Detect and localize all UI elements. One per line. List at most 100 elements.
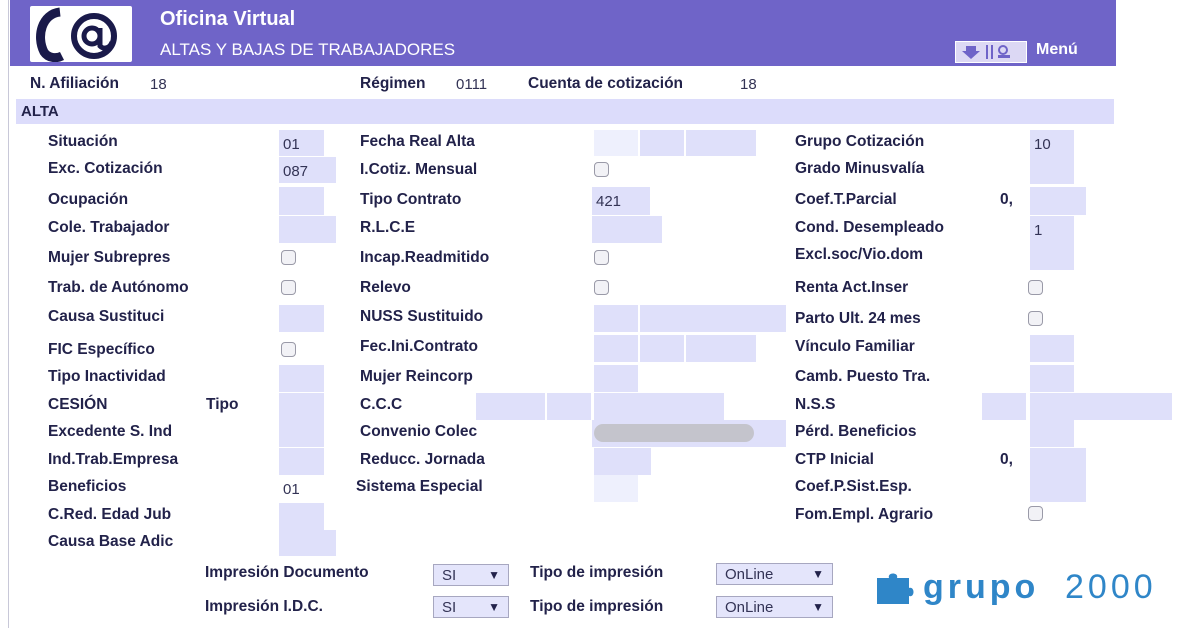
vinculo-familiar-field[interactable] xyxy=(1030,335,1074,362)
impresion-documento-select[interactable]: SI ▼ xyxy=(433,564,509,586)
fom-empl-checkbox[interactable] xyxy=(1028,506,1043,521)
dropdown-arrow-icon: ▼ xyxy=(812,600,824,614)
fecha-alta-day-field[interactable] xyxy=(594,130,638,156)
tipo-impresion-doc-select[interactable]: OnLine ▼ xyxy=(716,563,833,585)
beneficios-label: Beneficios xyxy=(48,478,127,495)
exc-cotizacion-field[interactable]: 087 xyxy=(279,157,336,183)
tipo-impresion-doc-label: Tipo de impresión xyxy=(530,564,664,581)
excedente-field[interactable] xyxy=(279,420,324,447)
causa-base-field[interactable] xyxy=(279,530,336,556)
fec-ini-month-field[interactable] xyxy=(640,335,684,362)
cesion-tipo-field[interactable] xyxy=(279,393,324,420)
situacion-label: Situación xyxy=(48,133,118,150)
trab-autonomo-checkbox[interactable] xyxy=(281,280,296,295)
fec-ini-contrato-label: Fec.Ini.Contrato xyxy=(360,338,478,355)
dropdown-arrow-icon: ▼ xyxy=(488,600,500,614)
fic-especifico-label: FIC Específico xyxy=(48,341,155,358)
rlce-field[interactable] xyxy=(592,216,662,243)
cesion-tipo-label: Tipo xyxy=(206,396,239,413)
ctp-inicial-field[interactable] xyxy=(1030,448,1086,475)
menu-toolbar-button[interactable] xyxy=(955,41,1027,63)
section-title: ALTA xyxy=(21,103,59,120)
relevo-checkbox[interactable] xyxy=(594,280,609,295)
fecha-alta-month-field[interactable] xyxy=(640,130,684,156)
mujer-subrepres-label: Mujer Subrepres xyxy=(48,249,171,266)
fecha-alta-year-field[interactable] xyxy=(686,130,756,156)
excedente-label: Excedente S. Ind xyxy=(48,423,173,440)
fec-ini-year-field[interactable] xyxy=(686,335,756,362)
mujer-reincorp-label: Mujer Reincorp xyxy=(360,368,473,385)
excl-soc-field[interactable] xyxy=(1030,243,1074,270)
nuss-prefix-field[interactable] xyxy=(594,305,638,332)
tipo-impresion-idc-label: Tipo de impresión xyxy=(530,598,664,615)
impresion-documento-label: Impresión Documento xyxy=(205,564,369,581)
vinculo-familiar-label: Vínculo Familiar xyxy=(795,338,915,355)
mujer-subrepres-checkbox[interactable] xyxy=(281,250,296,265)
camb-puesto-field[interactable] xyxy=(1030,365,1074,392)
ccc-label: C.C.C xyxy=(360,396,403,413)
ind-trab-empresa-field[interactable] xyxy=(279,448,324,475)
perd-beneficios-field[interactable] xyxy=(1030,420,1074,447)
mujer-reincorp-field[interactable] xyxy=(594,365,638,392)
reducc-jornada-label: Reducc. Jornada xyxy=(360,451,485,468)
tipo-inactividad-field[interactable] xyxy=(279,365,324,392)
regimen-value: 0111 xyxy=(456,76,488,93)
exc-cotizacion-label: Exc. Cotización xyxy=(48,160,163,177)
parto-ult-label: Parto Ult. 24 mes xyxy=(795,310,921,327)
download-settings-icon xyxy=(962,45,1010,59)
coef-tparcial-label: Coef.T.Parcial xyxy=(795,191,897,208)
brand-name-bold: grupo xyxy=(923,568,1040,606)
fom-empl-label: Fom.Empl. Agrario xyxy=(795,506,934,523)
rlce-label: R.L.C.E xyxy=(360,219,416,236)
nss-number-field[interactable] xyxy=(1030,393,1172,420)
fec-ini-day-field[interactable] xyxy=(594,335,638,362)
causa-sustituci-field[interactable] xyxy=(279,305,324,332)
fecha-real-alta-label: Fecha Real Alta xyxy=(360,133,475,150)
incap-readmitido-label: Incap.Readmitido xyxy=(360,249,490,266)
ocupacion-field[interactable] xyxy=(279,187,324,215)
icotiz-mensual-checkbox[interactable] xyxy=(594,162,609,177)
nuss-number-field[interactable] xyxy=(640,305,786,332)
cole-trabajador-field[interactable] xyxy=(279,216,336,243)
brand-name-light: 2000 xyxy=(1065,568,1157,606)
cond-desempleado-label: Cond. Desempleado xyxy=(795,219,944,236)
impresion-idc-select[interactable]: SI ▼ xyxy=(433,596,509,618)
convenio-colec-field[interactable] xyxy=(592,420,786,447)
impresion-idc-label: Impresión I.D.C. xyxy=(205,598,323,615)
sistema-especial-label: Sistema Especial xyxy=(356,478,483,495)
grupo-cotizacion-label: Grupo Cotización xyxy=(795,133,925,150)
ccc-regimen-field[interactable] xyxy=(476,393,545,420)
icotiz-mensual-label: I.Cotiz. Mensual xyxy=(360,161,478,178)
excl-soc-label: Excl.soc/Vio.dom xyxy=(795,246,924,263)
nss-prefix-field[interactable] xyxy=(982,393,1026,420)
renta-act-checkbox[interactable] xyxy=(1028,280,1043,295)
menu-link[interactable]: Menú xyxy=(1036,41,1078,59)
situacion-field[interactable]: 01 xyxy=(279,130,324,156)
grado-minusvalia-field[interactable] xyxy=(1030,157,1074,184)
c-red-edad-field[interactable] xyxy=(279,503,324,530)
coef-psist-field[interactable] xyxy=(1030,475,1086,502)
sistema-especial-field[interactable] xyxy=(594,475,638,502)
tipo-impresion-idc-select[interactable]: OnLine ▼ xyxy=(716,596,833,618)
app-title: Oficina Virtual xyxy=(160,8,296,30)
relevo-label: Relevo xyxy=(360,279,411,296)
tipo-inactividad-label: Tipo Inactividad xyxy=(48,368,166,385)
tipo-contrato-field[interactable]: 421 xyxy=(592,187,650,215)
fic-especifico-checkbox[interactable] xyxy=(281,342,296,357)
beneficios-field[interactable]: 01 xyxy=(279,475,324,502)
cole-trabajador-label: Cole. Trabajador xyxy=(48,219,170,236)
nss-label: N.S.S xyxy=(795,396,836,413)
c-red-edad-label: C.Red. Edad Jub xyxy=(48,506,172,523)
app-header: Oficina Virtual ALTAS Y BAJAS DE TRABAJA… xyxy=(10,0,1116,66)
grupo-cotizacion-field[interactable]: 10 xyxy=(1030,130,1074,157)
cond-desempleado-field[interactable]: 1 xyxy=(1030,216,1074,243)
afiliacion-label: N. Afiliación xyxy=(30,75,119,92)
incap-readmitido-checkbox[interactable] xyxy=(594,250,609,265)
ccc-numero-field[interactable] xyxy=(594,393,724,420)
reducc-jornada-field[interactable] xyxy=(594,448,651,475)
coef-tparcial-field[interactable] xyxy=(1030,187,1086,215)
ccc-provincia-field[interactable] xyxy=(547,393,591,420)
alta-section-header: ALTA xyxy=(16,99,1114,124)
parto-ult-checkbox[interactable] xyxy=(1028,311,1043,326)
ctp-inicial-prefix: 0, xyxy=(1000,451,1013,468)
